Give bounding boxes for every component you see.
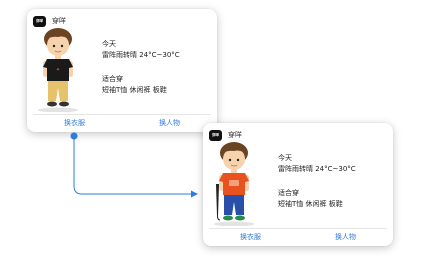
card-actions: 换衣服 换人物: [203, 231, 393, 243]
widget-card-after: 穿咩 穿咩 今天 雷阵雨转晴 24°C~30°C 适合穿 短袖T恤 休闲裤 板鞋…: [203, 123, 393, 246]
pants: [224, 195, 244, 215]
outfit-text: 短袖T恤 休闲裤 板鞋: [278, 200, 343, 208]
umbrella-icon: [216, 184, 219, 216]
weather-text: 雷阵雨转晴 24°C~30°C: [278, 165, 356, 173]
change-clothes-button[interactable]: 换衣服: [203, 231, 298, 243]
divider: [33, 114, 211, 115]
weather-text: 雷阵雨转晴 24°C~30°C: [102, 51, 180, 59]
suggest-title: 适合穿: [102, 75, 123, 83]
arrow-head-icon: [191, 190, 198, 198]
connector-line: [73, 136, 191, 195]
change-clothes-button[interactable]: 换衣服: [27, 117, 122, 129]
svg-text:✦: ✦: [56, 67, 60, 73]
weather-info: 今天 雷阵雨转晴 24°C~30°C 适合穿 短袖T恤 休闲裤 板鞋: [102, 39, 214, 96]
divider: [209, 228, 387, 229]
change-person-button[interactable]: 换人物: [298, 231, 393, 243]
widget-card-before: 穿咩 穿咩 ✦ 今天 雷阵雨转晴 24°C~30°C 适合穿 短袖T恤 休闲裤 …: [27, 9, 217, 132]
person-figure-black-tee: ✦: [38, 28, 78, 112]
weather-info: 今天 雷阵雨转晴 24°C~30°C 适合穿 短袖T恤 休闲裤 板鞋: [278, 153, 390, 210]
app-icon: 穿咩: [33, 15, 46, 27]
connector-dot: [70, 132, 78, 140]
pants: [48, 81, 68, 101]
day-label: 今天: [102, 40, 116, 48]
day-label: 今天: [278, 154, 292, 162]
app-name: 穿咩: [228, 131, 242, 139]
app-icon: 穿咩: [209, 129, 222, 141]
suggest-title: 适合穿: [278, 189, 299, 197]
card-actions: 换衣服 换人物: [27, 117, 217, 129]
app-name: 穿咩: [52, 17, 66, 25]
person-figure-orange-tee: [214, 142, 254, 226]
outfit-text: 短袖T恤 休闲裤 板鞋: [102, 86, 167, 94]
